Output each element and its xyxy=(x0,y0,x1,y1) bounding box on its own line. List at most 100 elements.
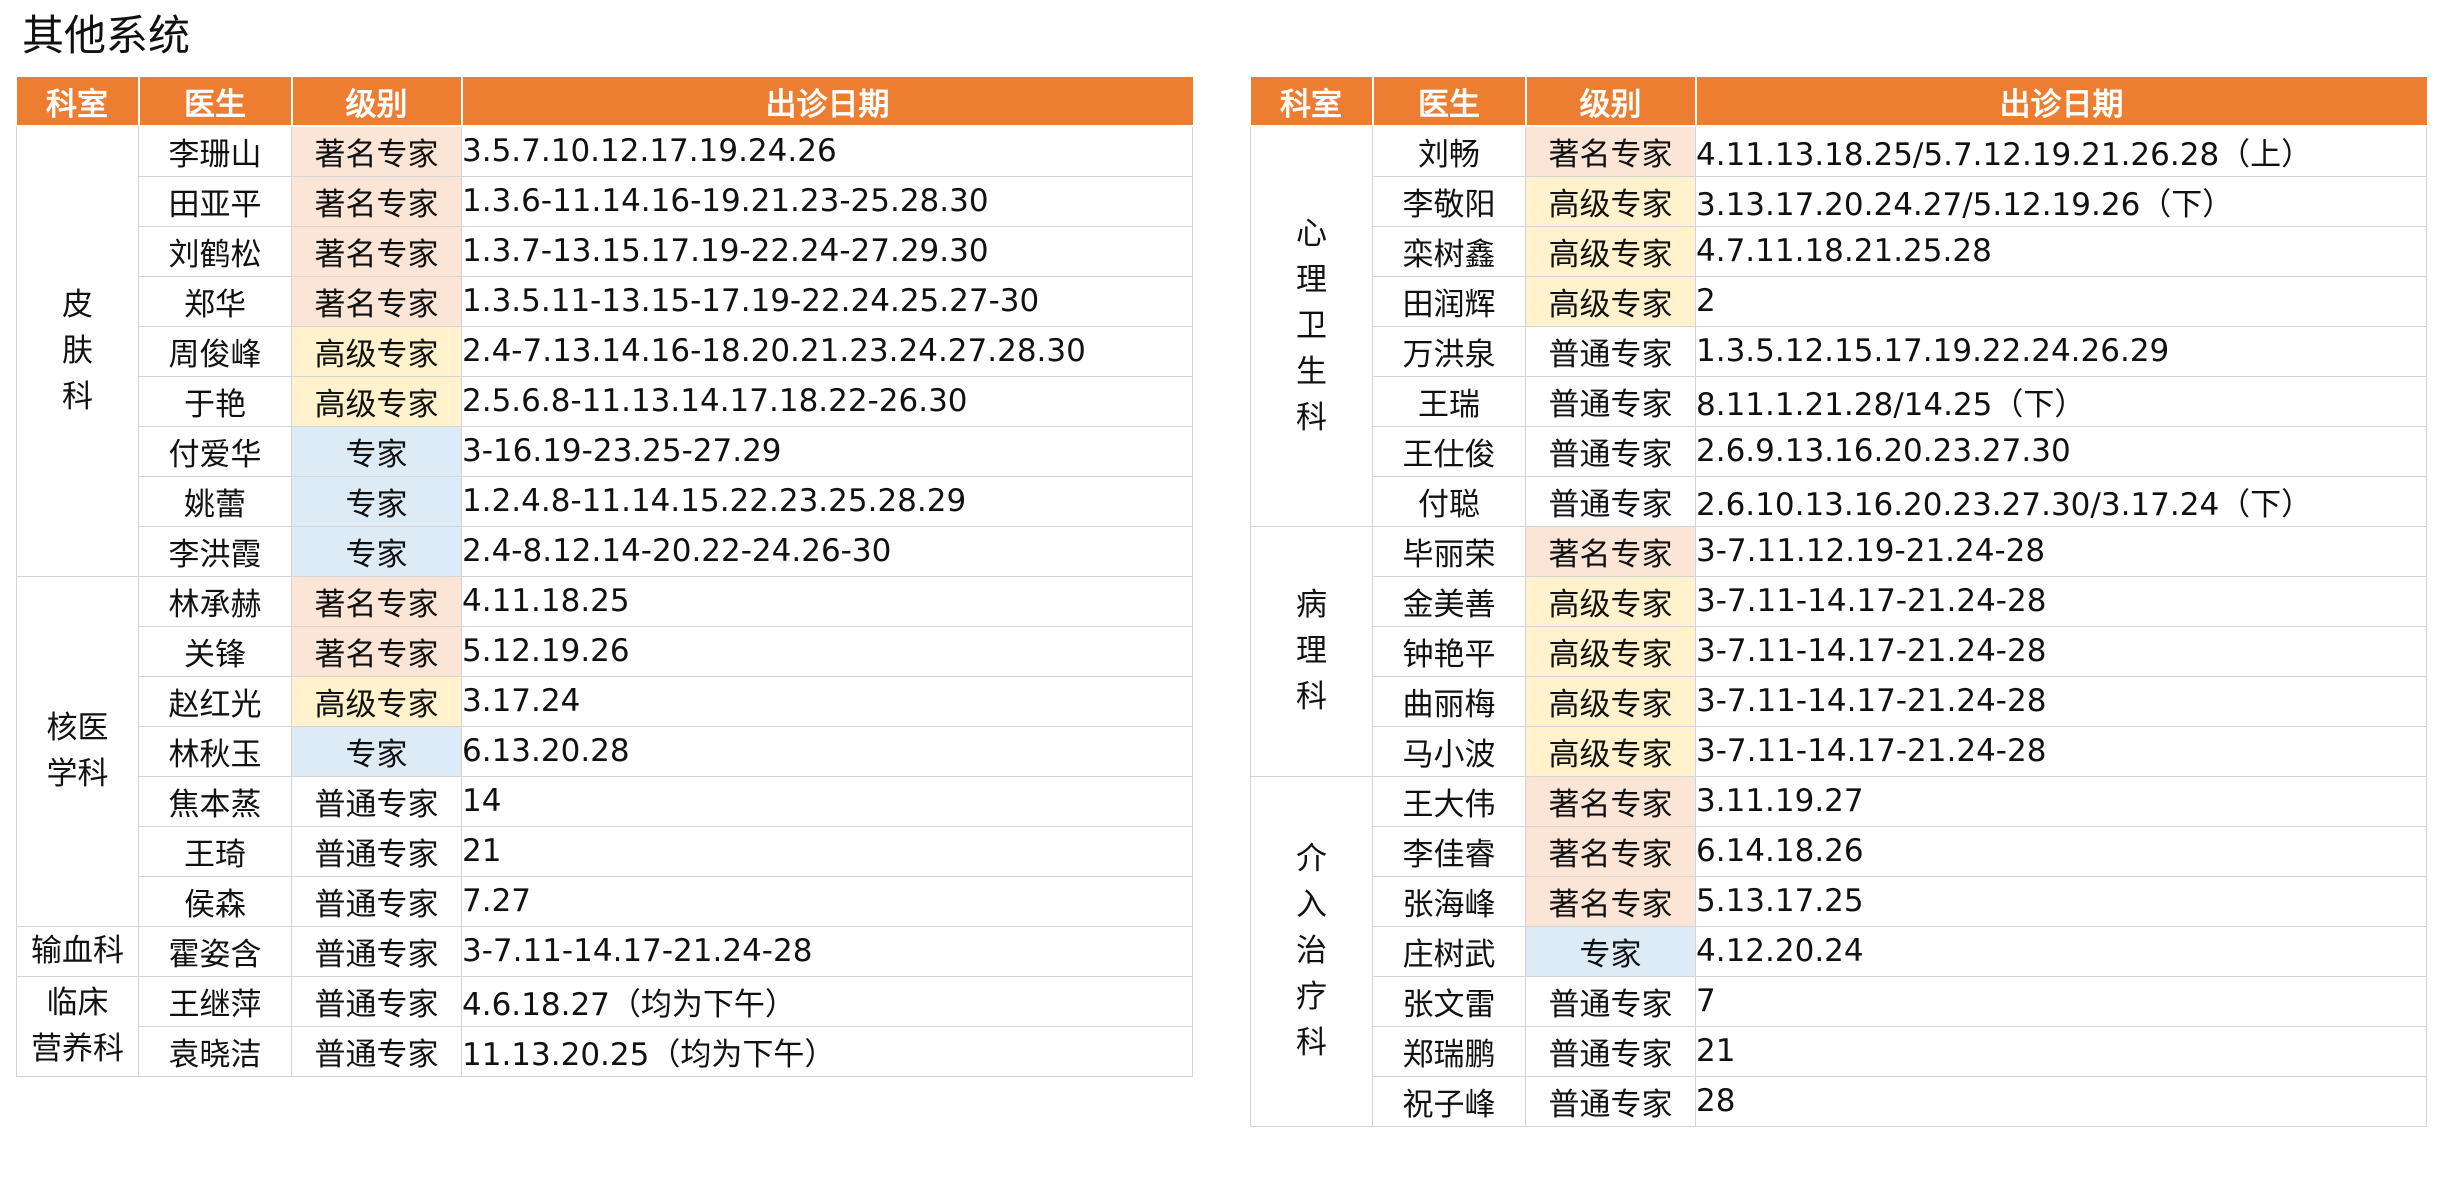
header-doctor: 医生 xyxy=(1372,77,1527,127)
table-row: 李敬阳 高级专家 3.13.17.20.24.27/5.12.19.26（下） xyxy=(1251,175,2427,227)
page-title: 其他系统 xyxy=(22,11,191,60)
doctor-cell: 王大伟 xyxy=(1372,775,1526,827)
left-schedule-table: 科室 医生 级别 出诊日期 皮肤科李珊山 著名专家 3.5.7.10.12.17.1… xyxy=(16,77,1193,1077)
dates-cell: 3-7.11-14.17-21.24-28 xyxy=(1695,625,2427,677)
doctor-cell: 周俊峰 xyxy=(138,325,292,377)
level-cell: 著名专家 xyxy=(291,175,462,227)
doctor-cell: 郑华 xyxy=(138,275,292,327)
table-row: 张文雷 普通专家 7 xyxy=(1251,975,2427,1027)
dates-cell: 14 xyxy=(461,775,1193,827)
dates-cell: 7 xyxy=(1695,975,2427,1027)
table-row: 焦本蒸 普通专家 14 xyxy=(17,775,1193,827)
level-cell: 普通专家 xyxy=(1525,375,1696,427)
doctor-cell: 金美善 xyxy=(1372,575,1526,627)
level-cell: 专家 xyxy=(291,475,462,527)
doctor-cell: 曲丽梅 xyxy=(1372,675,1526,727)
dept-cell: 输血科 xyxy=(16,925,139,977)
level-cell: 普通专家 xyxy=(1525,325,1696,377)
level-cell: 高级专家 xyxy=(291,675,462,727)
doctor-cell: 祝子峰 xyxy=(1372,1075,1526,1127)
dates-cell: 3-7.11-14.17-21.24-28 xyxy=(1695,675,2427,727)
table-row: 马小波 高级专家 3-7.11-14.17-21.24-28 xyxy=(1251,725,2427,777)
dates-cell: 2.4-8.12.14-20.22-24.26-30 xyxy=(461,525,1193,577)
header-doctor: 医生 xyxy=(138,77,293,127)
doctor-cell: 关锋 xyxy=(138,625,292,677)
table-header-row: 科室 医生 级别 出诊日期 xyxy=(16,77,1193,127)
level-cell: 著名专家 xyxy=(1525,525,1696,577)
level-cell: 普通专家 xyxy=(291,1025,462,1077)
header-dates: 出诊日期 xyxy=(1695,77,2427,127)
table-row: 钟艳平 高级专家 3-7.11-14.17-21.24-28 xyxy=(1251,625,2427,677)
dates-cell: 2.5.6.8-11.13.14.17.18.22-26.30 xyxy=(461,375,1193,427)
doctor-cell: 刘畅 xyxy=(1372,125,1526,177)
doctor-cell: 王琦 xyxy=(138,825,292,877)
dates-cell: 4.7.11.18.21.25.28 xyxy=(1695,225,2427,277)
level-cell: 高级专家 xyxy=(1525,175,1696,227)
level-cell: 高级专家 xyxy=(1525,225,1696,277)
level-cell: 普通专家 xyxy=(1525,975,1696,1027)
right-schedule-table: 科室 医生 级别 出诊日期 心理卫生科刘畅 著名专家 4.11.13.18.25/5… xyxy=(1250,77,2427,1127)
table-row: 于艳 高级专家 2.5.6.8-11.13.14.17.18.22-26.30 xyxy=(17,375,1193,427)
table-row: 核医 学科 林承赫 著名专家 4.11.18.25 xyxy=(16,575,1193,927)
dates-cell: 2.6.9.13.16.20.23.27.30 xyxy=(1695,425,2427,477)
level-cell: 专家 xyxy=(1525,925,1696,977)
table-row: 栾树鑫 高级专家 4.7.11.18.21.25.28 xyxy=(1251,225,2427,277)
table-row: 庄树武 专家 4.12.20.24 xyxy=(1251,925,2427,977)
doctor-cell: 姚蕾 xyxy=(138,475,292,527)
dates-cell: 11.13.20.25（均为下午） xyxy=(461,1025,1193,1077)
table-row: 金美善 高级专家 3-7.11-14.17-21.24-28 xyxy=(1251,575,2427,627)
doctor-cell: 袁晓洁 xyxy=(138,1025,292,1077)
level-cell: 著名专家 xyxy=(1525,875,1696,927)
dept-cell: 临床 营养科 xyxy=(16,975,139,1077)
level-cell: 著名专家 xyxy=(1525,125,1696,177)
doctor-cell: 张海峰 xyxy=(1372,875,1526,927)
table-row: 曲丽梅 高级专家 3-7.11-14.17-21.24-28 xyxy=(1251,675,2427,727)
table-row: 张海峰 著名专家 5.13.17.25 xyxy=(1251,875,2427,927)
dates-cell: 3-7.11-14.17-21.24-28 xyxy=(461,925,1193,977)
level-cell: 普通专家 xyxy=(1525,425,1696,477)
level-cell: 普通专家 xyxy=(1525,475,1696,527)
level-cell: 普通专家 xyxy=(1525,1025,1696,1077)
table-row: 郑瑞鹏 普通专家 21 xyxy=(1251,1025,2427,1077)
doctor-cell: 田亚平 xyxy=(138,175,292,227)
doctor-cell: 于艳 xyxy=(138,375,292,427)
doctor-cell: 李洪霞 xyxy=(138,525,292,577)
doctor-cell: 王瑞 xyxy=(1372,375,1526,427)
table-row: 病理科毕丽荣 著名专家 3-7.11.12.19-21.24-28 xyxy=(1250,525,2427,777)
doctor-cell: 焦本蒸 xyxy=(138,775,292,827)
table-row: 袁晓洁 普通专家 11.13.20.25（均为下午） xyxy=(17,1025,1193,1077)
dates-cell: 4.11.18.25 xyxy=(461,575,1193,627)
level-cell: 专家 xyxy=(291,525,462,577)
doctor-cell: 李佳睿 xyxy=(1372,825,1526,877)
table-header-row: 科室 医生 级别 出诊日期 xyxy=(1250,77,2427,127)
table-row: 林秋玉 专家 6.13.20.28 xyxy=(17,725,1193,777)
level-cell: 专家 xyxy=(291,425,462,477)
level-cell: 专家 xyxy=(291,725,462,777)
doctor-cell: 赵红光 xyxy=(138,675,292,727)
dates-cell: 1.3.5.11-13.15-17.19-22.24.25.27-30 xyxy=(461,275,1193,327)
dates-cell: 2.6.10.13.16.20.23.27.30/3.17.24（下） xyxy=(1695,475,2427,527)
table-row: 侯森 普通专家 7.27 xyxy=(17,875,1193,927)
level-cell: 著名专家 xyxy=(291,225,462,277)
dates-cell: 28 xyxy=(1695,1075,2427,1127)
level-cell: 普通专家 xyxy=(291,875,462,927)
doctor-cell: 万洪泉 xyxy=(1372,325,1526,377)
table-row: 周俊峰 高级专家 2.4-7.13.14.16-18.20.21.23.24.27.… xyxy=(17,325,1193,377)
doctor-cell: 刘鹤松 xyxy=(138,225,292,277)
table-row: 李洪霞 专家 2.4-8.12.14-20.22-24.26-30 xyxy=(17,525,1193,577)
dates-cell: 7.27 xyxy=(461,875,1193,927)
table-row: 郑华 著名专家 1.3.5.11-13.15-17.19-22.24.25.27-3… xyxy=(17,275,1193,327)
dates-cell: 2 xyxy=(1695,275,2427,327)
dates-cell: 3-7.11.12.19-21.24-28 xyxy=(1695,525,2427,577)
header-dates: 出诊日期 xyxy=(461,77,1193,127)
table-row: 介入治疗科王大伟 著名专家 3.11.19.27 xyxy=(1250,775,2427,1127)
header-dept: 科室 xyxy=(16,77,140,127)
doctor-cell: 林秋玉 xyxy=(138,725,292,777)
level-cell: 普通专家 xyxy=(291,975,462,1027)
dates-cell: 3-16.19-23.25-27.29 xyxy=(461,425,1193,477)
doctor-cell: 李敬阳 xyxy=(1372,175,1526,227)
dates-cell: 21 xyxy=(461,825,1193,877)
table-row: 王琦 普通专家 21 xyxy=(17,825,1193,877)
dept-cell: 介入治疗科 xyxy=(1250,775,1373,1127)
table-row: 付爱华 专家 3-16.19-23.25-27.29 xyxy=(17,425,1193,477)
